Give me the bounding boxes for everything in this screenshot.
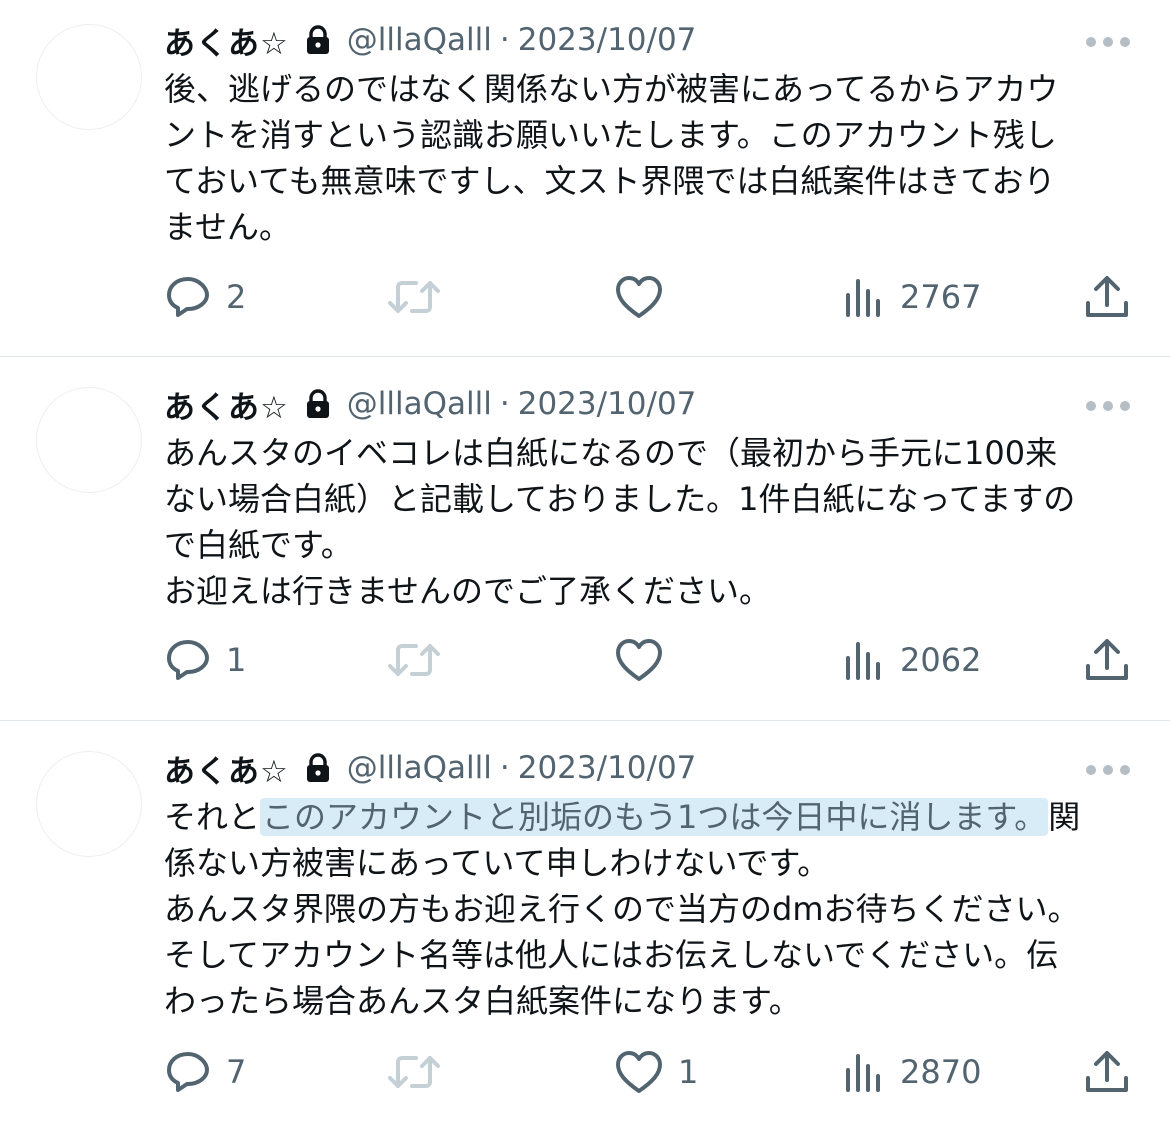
tweet-text-line: 後、逃げるのではなく関係ない方が被害にあってるからアカウ (164, 70, 1059, 108)
views-icon (842, 273, 886, 321)
avatar[interactable] (36, 24, 142, 130)
reply-button[interactable]: 2 (164, 272, 246, 322)
reply-icon (164, 1048, 212, 1096)
lock-icon (305, 389, 331, 419)
view-count: 2767 (900, 278, 982, 316)
text-segment: 関 (1048, 798, 1081, 836)
reply-count: 7 (226, 1053, 247, 1091)
like-button[interactable] (614, 272, 678, 322)
tweet-text-line: 係ない方被害にあっていて申しわけないです。 (164, 844, 830, 882)
like-button[interactable]: 1 (614, 1047, 698, 1097)
more-options-icon[interactable] (1086, 400, 1130, 412)
share-button[interactable] (1084, 272, 1130, 322)
tweet-actions: 2 2767 (0, 272, 1170, 322)
tweet-text-line: わったら場合あんスタ白紙案件になります。 (164, 982, 801, 1020)
display-name[interactable]: あくあ☆ (164, 746, 289, 791)
avatar[interactable] (36, 387, 142, 493)
like-count: 1 (678, 1053, 699, 1091)
separator-dot: · (499, 386, 510, 422)
tweet-date[interactable]: 2023/10/07 (518, 22, 697, 58)
avatar[interactable] (36, 751, 142, 857)
retweet-icon (386, 273, 442, 321)
tweet-text: それとこのアカウントと別垢のもう1つは今日中に消します。関 係ない方被害にあって… (164, 794, 1144, 1024)
more-options-icon[interactable] (1086, 764, 1130, 776)
tweet-text-line: ない場合白紙）と記載しておりました。1件白紙になってますの (164, 480, 1076, 518)
tweet-text-line: あんスタ界隈の方もお迎え行くので当方のdmお待ちください。 (164, 890, 1080, 928)
lock-icon (305, 753, 331, 783)
user-handle[interactable]: @lllaQalll (347, 22, 492, 58)
highlighted-text[interactable]: このアカウントと別垢のもう1つは今日中に消します。 (260, 798, 1049, 836)
tweet-header: あくあ☆ @lllaQalll · 2023/10/07 (164, 746, 696, 790)
tweet-text-line: ておいても無意味ですし、文スト界隈では白紙案件はきており (164, 162, 1056, 200)
tweet-text-line: あんスタのイベコレは白紙になるので（最初から手元に100来 (164, 434, 1058, 472)
views-icon (842, 636, 886, 684)
views-button[interactable]: 2767 (842, 272, 981, 322)
heart-icon (614, 1048, 664, 1096)
tweet-date[interactable]: 2023/10/07 (518, 750, 697, 786)
views-icon (842, 1048, 886, 1096)
reply-button[interactable]: 1 (164, 635, 246, 685)
tweet-text-line: で白紙です。 (164, 526, 353, 564)
text-segment: それと (164, 798, 261, 836)
tweet-text-line: ません。 (164, 208, 292, 246)
tweet[interactable]: あくあ☆ @lllaQalll · 2023/10/07 それとこのアカウントと… (0, 721, 1170, 1126)
user-handle[interactable]: @lllaQalll (347, 386, 492, 422)
reply-icon (164, 273, 212, 321)
retweet-button (386, 272, 442, 322)
retweet-icon (386, 1048, 442, 1096)
tweet[interactable]: あくあ☆ @lllaQalll · 2023/10/07 あんスタのイベコレは白… (0, 357, 1170, 720)
tweet-text: 後、逃げるのではなく関係ない方が被害にあってるからアカウ ントを消すという認識お… (164, 66, 1144, 250)
views-button[interactable]: 2870 (842, 1047, 981, 1097)
tweet-text-line: ントを消すという認識お願いいたします。このアカウント残し (164, 116, 1057, 154)
tweet-header: あくあ☆ @lllaQalll · 2023/10/07 (164, 382, 696, 426)
user-handle[interactable]: @lllaQalll (347, 750, 492, 786)
heart-icon (614, 273, 664, 321)
view-count: 2062 (900, 641, 982, 679)
separator-dot: · (499, 22, 510, 58)
reply-count: 2 (226, 278, 247, 316)
heart-icon (614, 636, 664, 684)
share-icon (1084, 273, 1130, 321)
reply-button[interactable]: 7 (164, 1047, 246, 1097)
share-icon (1084, 1048, 1130, 1096)
display-name[interactable]: あくあ☆ (164, 18, 289, 63)
like-button[interactable] (614, 635, 678, 685)
view-count: 2870 (900, 1053, 982, 1091)
tweet-text: あんスタのイベコレは白紙になるので（最初から手元に100来 ない場合白紙）と記載… (164, 430, 1144, 614)
tweet-date[interactable]: 2023/10/07 (518, 386, 697, 422)
reply-icon (164, 636, 212, 684)
tweet-actions: 1 2062 (0, 635, 1170, 685)
retweet-icon (386, 636, 442, 684)
separator-dot: · (499, 750, 510, 786)
tweet-text-line: お迎えは行きませんのでご了承ください。 (164, 572, 772, 610)
lock-icon (305, 25, 331, 55)
share-icon (1084, 636, 1130, 684)
tweet-text-line: それとこのアカウントと別垢のもう1つは今日中に消します。関 (164, 794, 1144, 840)
reply-count: 1 (226, 641, 247, 679)
tweet-text-line: そしてアカウント名等は他人にはお伝えしないでください。伝 (164, 936, 1059, 974)
tweet-actions: 7 1 2870 (0, 1047, 1170, 1097)
retweet-button (386, 1047, 442, 1097)
views-button[interactable]: 2062 (842, 635, 981, 685)
tweet-header: あくあ☆ @lllaQalll · 2023/10/07 (164, 18, 696, 62)
share-button[interactable] (1084, 1047, 1130, 1097)
tweet[interactable]: あくあ☆ @lllaQalll · 2023/10/07 後、逃げるのではなく関… (0, 0, 1170, 356)
share-button[interactable] (1084, 635, 1130, 685)
more-options-icon[interactable] (1086, 36, 1130, 48)
display-name[interactable]: あくあ☆ (164, 382, 289, 427)
retweet-button (386, 635, 442, 685)
